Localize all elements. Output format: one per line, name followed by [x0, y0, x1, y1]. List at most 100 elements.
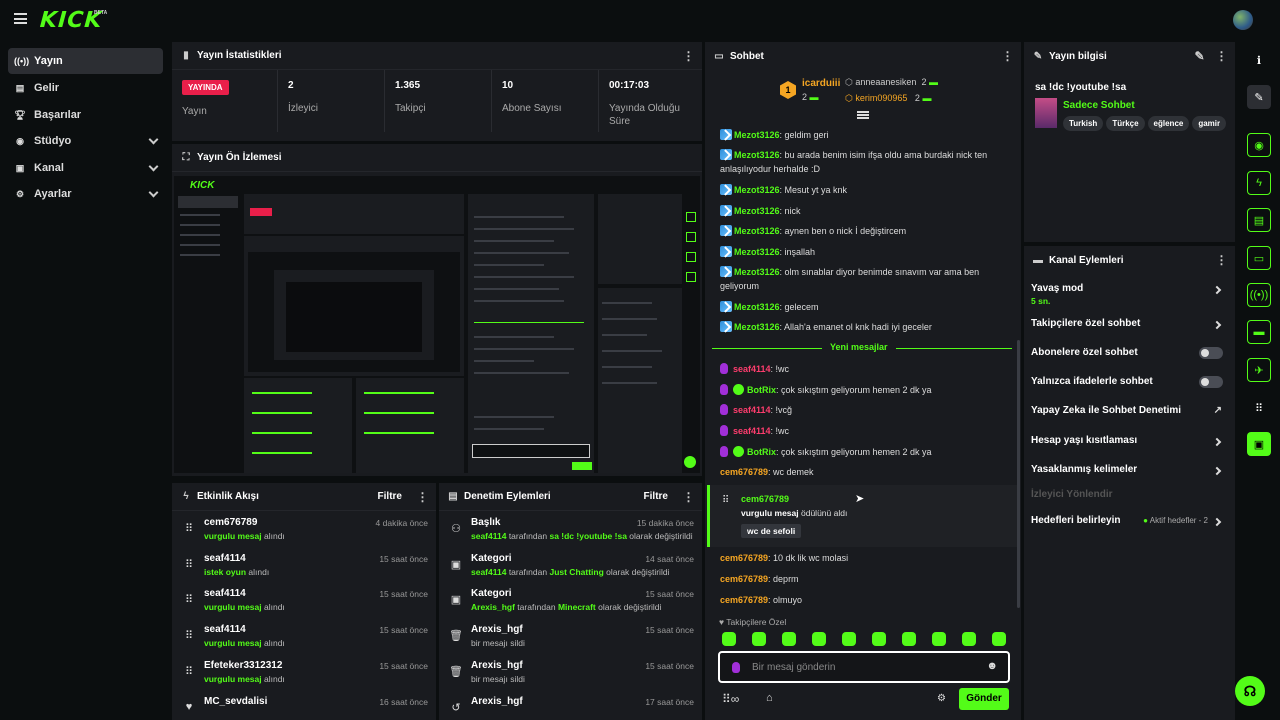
store-icon[interactable]: ⌂	[766, 692, 773, 704]
nav-item-basarilar[interactable]: 🏆︎ Başarılar	[8, 102, 163, 128]
action-ai-moderation[interactable]: Yapay Zeka ile Sohbet Denetimi ↗	[1031, 405, 1226, 433]
emote[interactable]	[962, 632, 976, 646]
document-icon[interactable]: ▤	[1247, 208, 1271, 232]
leader-row[interactable]: ⬡ kerim090965 2 ▬	[845, 93, 931, 104]
action-followers-only[interactable]: Takipçilere özel sohbet	[1031, 318, 1226, 346]
moderation-row[interactable]: ▣ Kategori 15 saat önce Arexis_hgf tarafınd…	[439, 584, 702, 620]
chat-icon[interactable]: ▭	[1247, 246, 1271, 270]
menu-icon[interactable]	[14, 13, 27, 24]
info-icon[interactable]: ℹ	[1247, 48, 1271, 72]
chat-username[interactable]: BotRix	[747, 447, 776, 457]
tag[interactable]: gamir	[1192, 116, 1227, 131]
emote[interactable]	[782, 632, 796, 646]
event-user[interactable]: seaf4114	[204, 553, 246, 564]
chat-username[interactable]: Mezot3126	[734, 267, 780, 277]
action-subscribers-only[interactable]: Abonelere özel sohbet	[1031, 347, 1226, 375]
chat-username[interactable]: Mezot3126	[734, 130, 780, 140]
event-row[interactable]: ⠿ seaf4114 15 saat önce vurgulu mesaj alınd…	[172, 584, 436, 620]
chat-username[interactable]: Mezot3126	[734, 302, 780, 312]
event-row[interactable]: ⠿ cem676789 4 dakika önce vurgulu mesaj alı…	[172, 513, 436, 549]
chat-username[interactable]: cem676789	[720, 467, 768, 477]
event-row[interactable]: ⠿ seaf4114 15 saat önce vurgulu mesaj alınd…	[172, 620, 436, 656]
action-account-age[interactable]: Hesap yaşı kısıtlaması	[1031, 435, 1226, 463]
send-button[interactable]: Gönder	[959, 688, 1009, 710]
wrench-icon[interactable]: ▬	[1247, 320, 1271, 344]
category-thumbnail[interactable]	[1035, 98, 1057, 128]
action-slow-mode[interactable]: Yavaş mod 5 sn.	[1031, 283, 1226, 311]
action-goals[interactable]: Hedefleri belirleyin ● Aktif hedefler - 2	[1031, 515, 1226, 543]
moderation-row[interactable]: ⚇ Başlık 15 dakika önce seaf4114 tarafından…	[439, 513, 702, 549]
chat-input[interactable]: Bir mesaj gönderin ☻	[718, 651, 1010, 683]
edit-icon[interactable]: ✎	[1193, 49, 1205, 63]
stream-preview-video[interactable]: KICK	[174, 176, 700, 473]
event-row[interactable]: ⠿ seaf4114 15 saat önce istek oyun alındı	[172, 549, 436, 585]
more-icon[interactable]: ⋮	[416, 490, 429, 504]
nav-item-yayin[interactable]: ((•)) Yayın	[8, 48, 163, 74]
chat-username[interactable]: BotRix	[747, 385, 776, 395]
game-icon[interactable]: ▣	[1247, 432, 1271, 456]
emote[interactable]	[752, 632, 766, 646]
event-user[interactable]: cem676789	[204, 517, 257, 528]
event-row[interactable]: ♥ MC_sevdalisi 16 saat önce	[172, 692, 436, 720]
category-name[interactable]: Sadece Sohbet	[1063, 100, 1135, 111]
chat-username[interactable]: seaf4114	[733, 405, 771, 415]
moderation-row[interactable]: 🗑︎ Arexis_hgf 15 saat önce bir mesajı sildi	[439, 620, 702, 656]
event-user[interactable]: seaf4114	[204, 624, 246, 635]
more-icon[interactable]: ⋮	[1001, 49, 1014, 63]
more-icon[interactable]: ⋮	[1215, 49, 1228, 63]
emote[interactable]	[722, 632, 736, 646]
filter-button[interactable]: Filtre	[378, 491, 402, 502]
moderation-row[interactable]: 🗑︎ Arexis_hgf 15 saat önce bir mesajı sildi	[439, 656, 702, 692]
toggle-switch[interactable]	[1199, 347, 1223, 359]
more-icon[interactable]: ⋮	[682, 490, 695, 504]
emoji-icon[interactable]: ☻	[986, 660, 998, 672]
nav-item-ayarlar[interactable]: ⚙ Ayarlar	[8, 181, 163, 207]
chat-username[interactable]: cem676789	[720, 553, 768, 563]
emote[interactable]	[932, 632, 946, 646]
chat-username[interactable]: Mezot3126	[734, 247, 780, 257]
more-icon[interactable]: ⋮	[1215, 253, 1228, 267]
points-icon[interactable]: ⠿∞	[722, 692, 739, 706]
chat-username[interactable]: cem676789	[720, 595, 768, 605]
support-icon[interactable]: ☊	[1235, 676, 1265, 706]
filter-button[interactable]: Filtre	[644, 491, 668, 502]
event-user[interactable]: MC_sevdalisi	[204, 696, 267, 707]
leader-name[interactable]: icarduiii	[802, 78, 840, 89]
emote[interactable]	[872, 632, 886, 646]
event-row[interactable]: ⠿ Efeteker3312312 15 saat önce vurgulu mesa…	[172, 656, 436, 692]
tag[interactable]: Türkçe	[1106, 116, 1145, 131]
chat-username[interactable]: Mezot3126	[734, 206, 780, 216]
event-user[interactable]: seaf4114	[204, 588, 246, 599]
tools-icon[interactable]: ✈	[1247, 358, 1271, 382]
tag[interactable]: Turkish	[1063, 116, 1104, 131]
chat-username[interactable]: seaf4114	[733, 364, 771, 374]
collapse-icon[interactable]	[857, 111, 869, 113]
emote[interactable]	[842, 632, 856, 646]
moderation-row[interactable]: ↺ Arexis_hgf 17 saat önce	[439, 692, 702, 720]
chat-scrollbar[interactable]	[1017, 340, 1020, 608]
emote[interactable]	[902, 632, 916, 646]
nav-item-kanal[interactable]: ▣ Kanal	[8, 155, 163, 181]
user-avatar[interactable]	[1233, 10, 1253, 30]
chat-username[interactable]: seaf4114	[733, 426, 771, 436]
tag[interactable]: eğlence	[1147, 116, 1190, 131]
edit-icon[interactable]: ✎	[1247, 85, 1271, 109]
chat-username[interactable]: cem676789	[720, 574, 768, 584]
users-icon[interactable]: ⠿	[1247, 396, 1271, 420]
chat-username[interactable]: Mezot3126	[734, 185, 780, 195]
nav-item-studyo[interactable]: ◉ Stüdyo	[8, 128, 163, 154]
moderation-row[interactable]: ▣ Kategori 14 saat önce seaf4114 tarafından…	[439, 549, 702, 585]
toggle-switch[interactable]	[1199, 376, 1223, 388]
emote[interactable]	[812, 632, 826, 646]
leader-row[interactable]: ⬡ anneaanesiken 2 ▬	[845, 77, 938, 88]
broadcast-icon[interactable]: ◉	[1247, 133, 1271, 157]
emote[interactable]	[992, 632, 1006, 646]
gear-icon[interactable]: ⚙	[937, 693, 946, 704]
nav-item-gelir[interactable]: ▤ Gelir	[8, 75, 163, 101]
lightning-icon[interactable]: ϟ	[1247, 171, 1271, 195]
chat-username[interactable]: Mezot3126	[734, 322, 780, 332]
chat-username[interactable]: Mezot3126	[734, 226, 780, 236]
chat-username[interactable]: Mezot3126	[734, 150, 780, 160]
more-icon[interactable]: ⋮	[682, 49, 695, 63]
signal-icon[interactable]: ((•))	[1247, 283, 1271, 307]
